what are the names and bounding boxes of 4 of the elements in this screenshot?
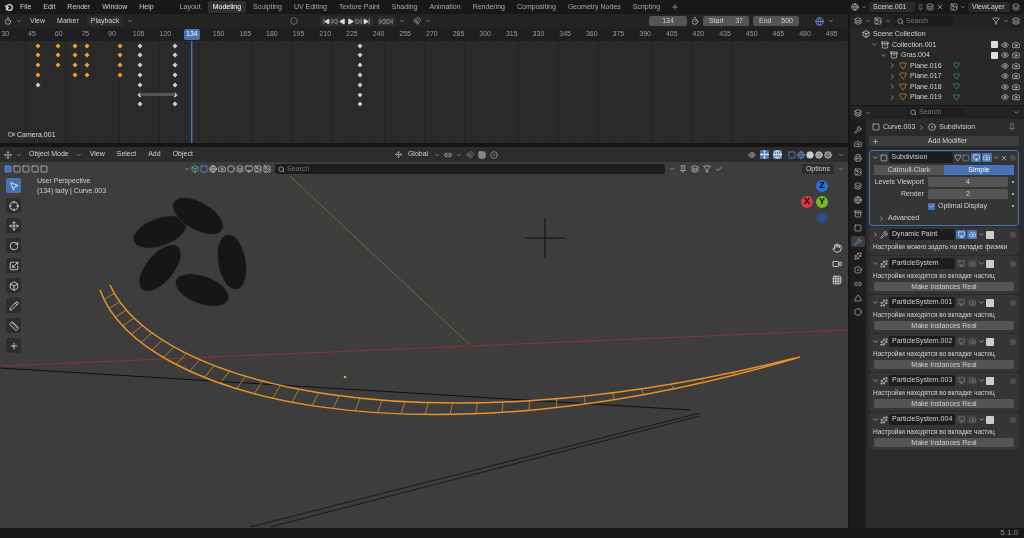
x-axis-handle[interactable]: X	[801, 196, 813, 208]
z-axis-handle[interactable]: Z	[816, 180, 828, 192]
y-axis-handle[interactable]: Y	[816, 196, 828, 208]
version-label: 5.1.0	[1000, 527, 1018, 538]
